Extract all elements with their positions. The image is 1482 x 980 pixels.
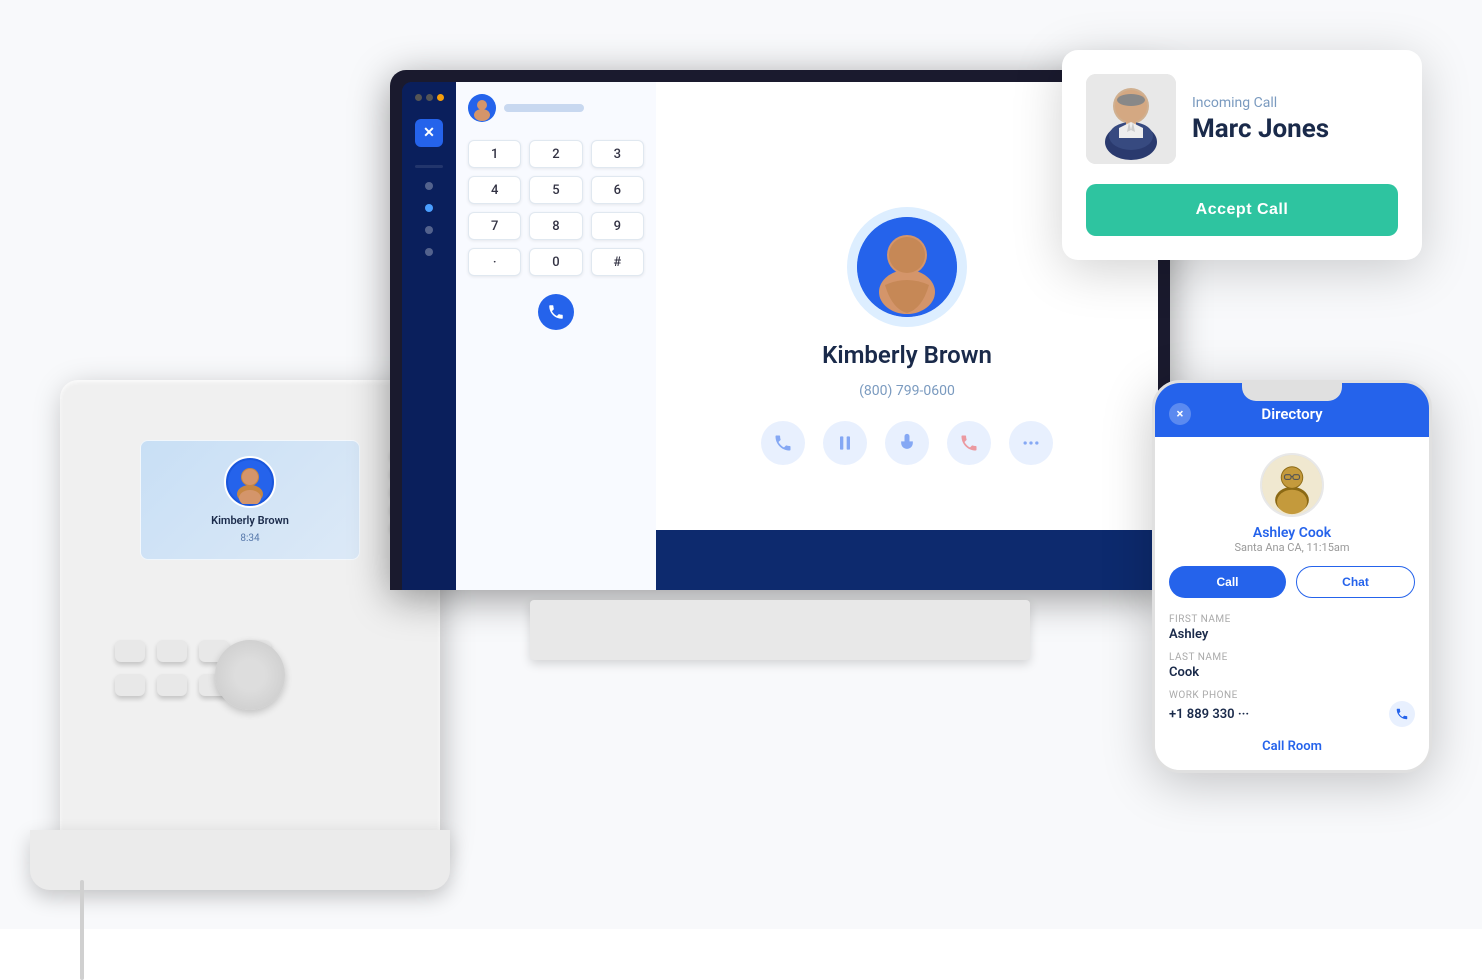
dialer-panel: 1 2 3 4 5 6 7 8 9 · 0 # bbox=[456, 82, 656, 590]
dialer-key-4[interactable]: 4 bbox=[468, 176, 521, 204]
mobile-chat-button[interactable]: Chat bbox=[1296, 566, 1415, 598]
call-ctrl-mute[interactable] bbox=[885, 421, 929, 465]
incoming-call-label: Incoming Call bbox=[1192, 95, 1398, 111]
dialer-key-dot[interactable]: · bbox=[468, 248, 521, 276]
phone-screen-name: Kimberly Brown bbox=[211, 514, 289, 527]
mobile-work-phone-field: Work Phone +1 889 330 ··· bbox=[1169, 690, 1415, 727]
mobile-last-name-field: Last name Cook bbox=[1169, 652, 1415, 680]
dialer-key-2[interactable]: 2 bbox=[529, 140, 582, 168]
mobile-notch bbox=[1242, 383, 1342, 401]
sidebar-dot-1 bbox=[425, 182, 433, 190]
accept-call-button[interactable]: Accept Call bbox=[1086, 184, 1398, 236]
app-chrome: ✕ bbox=[402, 82, 1158, 590]
phone-screen-avatar bbox=[224, 456, 276, 508]
app-logo: ✕ bbox=[415, 119, 443, 147]
phone-body: Kimberly Brown 8:34 bbox=[60, 380, 440, 860]
incoming-call-header: Incoming Call Marc Jones bbox=[1086, 74, 1398, 164]
dialer-key-7[interactable]: 7 bbox=[468, 212, 521, 240]
dialer-call-button[interactable] bbox=[538, 294, 574, 330]
phone-base bbox=[30, 830, 450, 890]
call-avatar-inner bbox=[857, 217, 957, 317]
sidebar-dot-4 bbox=[425, 248, 433, 256]
phone-nav-ring[interactable] bbox=[215, 640, 285, 710]
phone-bigkey-2[interactable] bbox=[157, 640, 187, 662]
call-contact-number: (800) 799-0600 bbox=[859, 383, 955, 399]
desk-phone: Kimberly Brown 8:34 bbox=[30, 340, 450, 900]
laptop-screen-inner: ✕ bbox=[402, 82, 1158, 590]
dialer-avatar bbox=[468, 94, 496, 122]
dialer-key-1[interactable]: 1 bbox=[468, 140, 521, 168]
mobile-work-phone-value: +1 889 330 ··· bbox=[1169, 707, 1249, 722]
laptop-keyboard bbox=[530, 600, 1030, 660]
incoming-caller-name: Marc Jones bbox=[1192, 115, 1398, 144]
scene: Kimberly Brown 8:34 bbox=[0, 0, 1482, 929]
call-contact-name: Kimberly Brown bbox=[822, 341, 992, 369]
phone-screen: Kimberly Brown 8:34 bbox=[140, 440, 360, 560]
mobile-actions: Call Chat bbox=[1169, 566, 1415, 598]
dialer-key-8[interactable]: 8 bbox=[529, 212, 582, 240]
mobile-contact-name: Ashley Cook bbox=[1169, 525, 1415, 541]
mobile-last-name-value: Cook bbox=[1169, 665, 1415, 680]
mobile-call-button[interactable]: Call bbox=[1169, 566, 1286, 598]
mobile-contact-location: Santa Ana CA, 11:15am bbox=[1169, 541, 1415, 554]
phone-call-icon[interactable] bbox=[1389, 701, 1415, 727]
incoming-caller-avatar bbox=[1086, 74, 1176, 164]
call-footer bbox=[656, 530, 1158, 590]
incoming-caller-info: Incoming Call Marc Jones bbox=[1192, 95, 1398, 144]
call-ctrl-end[interactable] bbox=[947, 421, 991, 465]
dialer-key-5[interactable]: 5 bbox=[529, 176, 582, 204]
call-ctrl-pause[interactable] bbox=[823, 421, 867, 465]
call-controls bbox=[761, 421, 1053, 465]
mobile-last-name-label: Last name bbox=[1169, 652, 1415, 663]
mobile-first-name-value: Ashley bbox=[1169, 627, 1415, 642]
phone-bigkey-6[interactable] bbox=[157, 674, 187, 696]
laptop-screen-outer: ✕ bbox=[390, 70, 1170, 590]
sidebar-dot-3 bbox=[425, 226, 433, 234]
laptop: ✕ bbox=[390, 70, 1170, 670]
dialer-key-hash[interactable]: # bbox=[591, 248, 644, 276]
mobile-contact-avatar bbox=[1260, 453, 1324, 517]
dialer-grid[interactable]: 1 2 3 4 5 6 7 8 9 · 0 # bbox=[468, 140, 644, 276]
sidebar-dot-2 bbox=[425, 204, 433, 212]
mobile-phone-row: +1 889 330 ··· bbox=[1169, 701, 1415, 727]
mobile-panel: × Directory Ashley Cook San bbox=[1152, 380, 1432, 773]
mobile-first-name-label: First name bbox=[1169, 614, 1415, 625]
mobile-first-name-field: First name Ashley bbox=[1169, 614, 1415, 642]
dialer-name-bar bbox=[504, 104, 584, 112]
mobile-work-phone-label: Work Phone bbox=[1169, 690, 1415, 701]
phone-bigkey-1[interactable] bbox=[115, 640, 145, 662]
phone-cord bbox=[80, 880, 84, 980]
mobile-body: Ashley Cook Santa Ana CA, 11:15am Call C… bbox=[1155, 437, 1429, 770]
mobile-title: Directory bbox=[1261, 405, 1322, 423]
dialer-key-6[interactable]: 6 bbox=[591, 176, 644, 204]
phone-bigkey-5[interactable] bbox=[115, 674, 145, 696]
dialer-contact-row bbox=[468, 94, 644, 122]
incoming-call-popup: Incoming Call Marc Jones Accept Call bbox=[1062, 50, 1422, 260]
app-sidebar: ✕ bbox=[402, 82, 456, 590]
mobile-close-button[interactable]: × bbox=[1169, 403, 1191, 425]
app-main: 1 2 3 4 5 6 7 8 9 · 0 # bbox=[456, 82, 1158, 590]
call-ctrl-phone[interactable] bbox=[761, 421, 805, 465]
call-ctrl-more[interactable] bbox=[1009, 421, 1053, 465]
call-avatar-outer bbox=[847, 207, 967, 327]
dialer-key-9[interactable]: 9 bbox=[591, 212, 644, 240]
phone-screen-time: 8:34 bbox=[240, 533, 259, 544]
dialer-key-3[interactable]: 3 bbox=[591, 140, 644, 168]
mobile-call-room-button[interactable]: Call Room bbox=[1169, 739, 1415, 754]
dialer-key-0[interactable]: 0 bbox=[529, 248, 582, 276]
